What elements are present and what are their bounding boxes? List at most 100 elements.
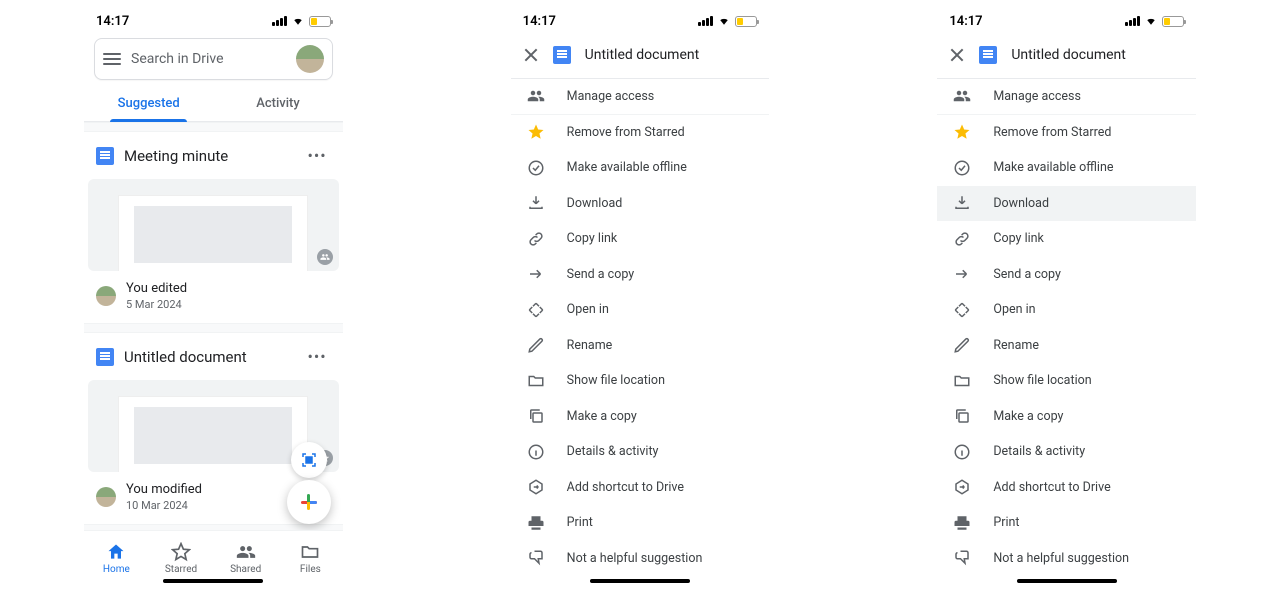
menu-label: Rename [993, 338, 1039, 353]
menu-label: Download [993, 196, 1049, 211]
menu-item-open-in[interactable]: Open in [937, 292, 1196, 328]
show-file-location-icon [527, 372, 545, 390]
file-thumbnail[interactable] [88, 179, 339, 271]
home-icon [106, 542, 126, 562]
wifi-icon [717, 16, 731, 26]
file-title: Meeting minute [124, 147, 293, 165]
copy-link-icon [953, 230, 971, 248]
menu-item-print[interactable]: Print [937, 505, 1196, 541]
menu-label: Download [567, 196, 623, 211]
home-indicator [1017, 579, 1117, 583]
menu-item-details-activity[interactable]: Details & activity [511, 434, 770, 470]
menu-icon[interactable] [103, 53, 121, 65]
nav-shared[interactable]: Shared [213, 531, 278, 586]
make-offline-icon [953, 159, 971, 177]
menu-label: Make available offline [567, 160, 687, 175]
menu-item-copy-link[interactable]: Copy link [937, 221, 1196, 257]
menu-item-remove-starred[interactable]: Remove from Starred [937, 115, 1196, 151]
menu-item-make-offline[interactable]: Make available offline [511, 150, 770, 186]
nav-starred[interactable]: Starred [149, 531, 214, 586]
menu-label: Remove from Starred [993, 125, 1111, 140]
menu-label: Details & activity [993, 444, 1085, 459]
nav-home[interactable]: Home [84, 531, 149, 586]
rename-icon [527, 336, 545, 354]
menu-list[interactable]: Manage access Remove from Starred Make ava… [937, 79, 1196, 586]
status-time: 14:17 [949, 14, 982, 29]
search-bar[interactable]: Search in Drive [94, 38, 333, 80]
screen-action-sheet: 14:17 Untitled document Manage access Rem… [511, 10, 770, 586]
download-icon [527, 194, 545, 212]
status-time: 14:17 [96, 14, 129, 29]
tab-suggested[interactable]: Suggested [84, 86, 213, 121]
file-card-header[interactable]: Meeting minute ••• [84, 132, 343, 179]
menu-item-manage-access[interactable]: Manage access [937, 79, 1196, 115]
menu-item-copy-link[interactable]: Copy link [511, 221, 770, 257]
menu-label: Manage access [567, 89, 655, 104]
menu-list[interactable]: Manage access Remove from Starred Make ava… [511, 79, 770, 586]
menu-item-rename[interactable]: Rename [511, 328, 770, 364]
menu-item-manage-access[interactable]: Manage access [511, 79, 770, 115]
wifi-icon [1144, 16, 1158, 26]
rename-icon [953, 336, 971, 354]
menu-item-not-helpful[interactable]: Not a helpful suggestion [511, 541, 770, 577]
sheet-title: Untitled document [585, 47, 700, 63]
remove-starred-icon [527, 123, 545, 141]
menu-item-add-shortcut[interactable]: Add shortcut to Drive [511, 470, 770, 506]
menu-label: Make a copy [567, 409, 637, 424]
menu-label: Not a helpful suggestion [567, 551, 703, 566]
menu-item-make-copy[interactable]: Make a copy [937, 399, 1196, 435]
status-time: 14:17 [523, 14, 556, 29]
meta-date: 5 Mar 2024 [126, 298, 187, 311]
docs-icon [553, 46, 571, 64]
screen-drive-home: 14:17 Search in Drive Suggested Activity… [84, 10, 343, 586]
menu-label: Show file location [567, 373, 665, 388]
close-button[interactable] [523, 47, 539, 63]
menu-item-download[interactable]: Download [937, 186, 1196, 222]
menu-item-not-helpful[interactable]: Not a helpful suggestion [937, 541, 1196, 577]
details-activity-icon [527, 443, 545, 461]
menu-item-show-file-location[interactable]: Show file location [937, 363, 1196, 399]
star-icon [171, 542, 191, 562]
menu-item-show-file-location[interactable]: Show file location [511, 363, 770, 399]
status-bar: 14:17 [84, 10, 343, 32]
tabs: Suggested Activity [84, 86, 343, 122]
menu-label: Rename [567, 338, 613, 353]
new-fab[interactable] [287, 480, 331, 524]
tab-activity[interactable]: Activity [213, 86, 342, 121]
sheet-title: Untitled document [1011, 47, 1126, 63]
make-offline-icon [527, 159, 545, 177]
menu-item-print[interactable]: Print [511, 505, 770, 541]
menu-item-open-in[interactable]: Open in [511, 292, 770, 328]
send-copy-icon [527, 265, 545, 283]
menu-item-make-copy[interactable]: Make a copy [511, 399, 770, 435]
menu-item-download[interactable]: Download [511, 186, 770, 222]
menu-label: Remove from Starred [567, 125, 685, 140]
editor-avatar [96, 286, 116, 306]
menu-item-add-shortcut[interactable]: Add shortcut to Drive [937, 470, 1196, 506]
scan-fab[interactable] [291, 442, 327, 478]
menu-item-rename[interactable]: Rename [937, 328, 1196, 364]
menu-label: Make available offline [993, 160, 1113, 175]
menu-label: Show file location [993, 373, 1091, 388]
remove-starred-icon [953, 123, 971, 141]
folder-icon [300, 542, 320, 562]
more-button[interactable]: ••• [303, 343, 330, 370]
sheet-header: Untitled document [937, 32, 1196, 79]
menu-item-send-copy[interactable]: Send a copy [937, 257, 1196, 293]
close-button[interactable] [949, 47, 965, 63]
status-right [272, 16, 331, 27]
menu-item-make-offline[interactable]: Make available offline [937, 150, 1196, 186]
nav-files[interactable]: Files [278, 531, 343, 586]
menu-item-details-activity[interactable]: Details & activity [937, 434, 1196, 470]
menu-label: Open in [993, 302, 1035, 317]
menu-item-remove-starred[interactable]: Remove from Starred [511, 115, 770, 151]
manage-access-icon [953, 87, 971, 105]
file-card-header[interactable]: Untitled document ••• [84, 333, 343, 380]
more-button[interactable]: ••• [303, 142, 330, 169]
account-avatar[interactable] [296, 45, 324, 73]
send-copy-icon [953, 265, 971, 283]
show-file-location-icon [953, 372, 971, 390]
search-input[interactable]: Search in Drive [131, 51, 286, 67]
menu-item-send-copy[interactable]: Send a copy [511, 257, 770, 293]
file-title: Untitled document [124, 348, 293, 366]
